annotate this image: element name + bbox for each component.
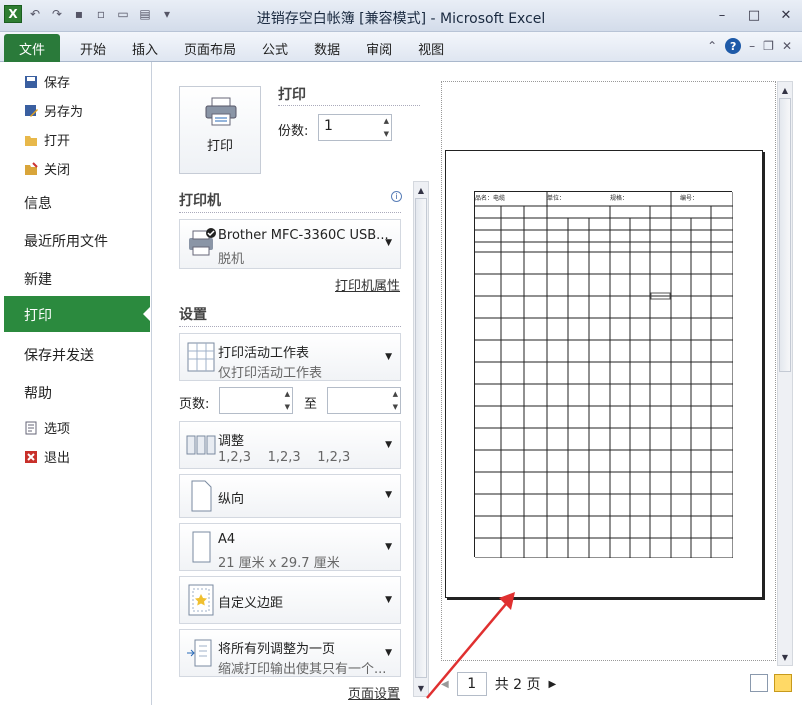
copies-stepper[interactable]: 1 ▲ ▼ — [318, 114, 392, 141]
nav-save-as[interactable]: 另存为 — [24, 101, 83, 120]
tab-formulas[interactable]: 公式 — [252, 39, 298, 58]
pages-to-stepper[interactable]: ▲ ▼ — [327, 387, 401, 414]
restore-doc-icon[interactable]: ❐ — [763, 39, 774, 53]
options-icon — [25, 421, 37, 434]
dropdown-arrow-icon: ▼ — [385, 440, 392, 450]
sheet-grid — [475, 192, 733, 558]
scroll-up-icon[interactable]: ▲ — [414, 183, 428, 197]
printer-icon — [205, 97, 237, 126]
dropdown-arrow-icon: ▼ — [385, 648, 392, 658]
printer-properties-link[interactable]: 打印机属性 — [335, 275, 400, 294]
page-setup-link[interactable]: 页面设置 — [348, 683, 400, 702]
decrement-icon[interactable]: ▼ — [393, 403, 398, 411]
pages-label: 页数: — [179, 397, 210, 412]
increment-icon[interactable]: ▲ — [285, 390, 290, 398]
collapse-ribbon-icon[interactable]: ⌃ — [707, 39, 717, 53]
nav-info[interactable]: 信息 — [24, 193, 52, 213]
zoom-to-page-icon[interactable] — [774, 674, 792, 692]
printer-dropdown[interactable]: Brother MFC-3360C USB... 脱机 ▼ — [179, 219, 401, 269]
scaling-dropdown[interactable]: 将所有列调整为一页 缩减打印输出使其只有一个... ▼ — [179, 629, 401, 677]
maximize-icon[interactable]: □ — [744, 6, 764, 24]
print-settings-panel: 打印 打印 份数: 1 ▲ ▼ 打印机 i Brother MFC-3360C … — [152, 62, 432, 705]
nav-close[interactable]: 关闭 — [24, 159, 70, 178]
save-icon — [25, 75, 37, 88]
decrement-icon[interactable]: ▼ — [285, 403, 290, 411]
folder-close-icon — [25, 161, 38, 175]
print-button[interactable]: 打印 — [179, 86, 261, 174]
nav-print[interactable]: 打印 — [4, 296, 151, 332]
tab-home[interactable]: 开始 — [70, 39, 116, 58]
tab-insert[interactable]: 插入 — [122, 39, 168, 58]
exit-icon — [25, 450, 37, 463]
printer-heading: 打印机 — [179, 193, 221, 209]
ribbon-tabs: 文件 开始 插入 页面布局 公式 数据 审阅 视图 ⌃ ? – ❐ ✕ — [0, 32, 802, 62]
print-scope-dropdown[interactable]: 打印活动工作表 仅打印活动工作表 ▼ — [179, 333, 401, 381]
paper-size-dropdown[interactable]: A4 21 厘米 x 29.7 厘米 ▼ — [179, 523, 401, 571]
copies-label: 份数: — [278, 124, 309, 139]
title-bar: X ↶ ↷ ▪ ▫ ▭ ▤ ▾ 进销存空白帐簿 [兼容模式] - Microso… — [0, 0, 802, 32]
settings-heading: 设置 — [179, 307, 207, 323]
printer-icon — [189, 228, 216, 256]
margins-dropdown[interactable]: 自定义边距 ▼ — [179, 576, 401, 624]
tab-file[interactable]: 文件 — [4, 34, 60, 62]
save-as-icon — [25, 104, 38, 117]
nav-exit[interactable]: 退出 — [24, 447, 70, 466]
paper-icon — [192, 531, 211, 563]
info-icon[interactable]: i — [391, 191, 402, 202]
margins-icon — [188, 584, 214, 616]
total-pages-label: 共 2 页 — [494, 677, 541, 693]
tab-view[interactable]: 视图 — [408, 39, 454, 58]
tab-review[interactable]: 审阅 — [356, 39, 402, 58]
to-label: 至 — [304, 397, 318, 412]
backstage-nav: 保存 另存为 打开 关闭 信息 最近所用文件 新建 打印 保存并发送 帮助 选项… — [0, 62, 152, 705]
tab-data[interactable]: 数据 — [304, 39, 350, 58]
prev-page-icon[interactable]: ◀ — [441, 679, 449, 690]
pages-from-stepper[interactable]: ▲ ▼ — [219, 387, 293, 414]
dropdown-arrow-icon: ▼ — [385, 595, 392, 605]
dropdown-arrow-icon: ▼ — [385, 542, 392, 552]
preview-page: 品名：电缆 单位： 规格： 编号： — [445, 150, 763, 598]
dropdown-arrow-icon: ▼ — [385, 490, 392, 500]
minimize-doc-icon[interactable]: – — [749, 39, 755, 53]
collate-dropdown[interactable]: 调整 1,2,3 1,2,3 1,2,3 ▼ — [179, 421, 401, 469]
print-heading: 打印 — [278, 87, 306, 103]
nav-save[interactable]: 保存 — [24, 72, 70, 91]
minimize-icon[interactable]: – — [712, 6, 732, 24]
preview-scrollbar[interactable]: ▲ ▼ — [777, 81, 793, 666]
dropdown-arrow-icon: ▼ — [385, 352, 392, 362]
print-preview-pane: 品名：电缆 单位： 规格： 编号： ▲ ▼ ◀ 1 共 2 页 ▶ — [426, 62, 802, 705]
page-navigator: ◀ 1 共 2 页 ▶ — [441, 670, 741, 698]
nav-help[interactable]: 帮助 — [24, 383, 52, 403]
nav-recent[interactable]: 最近所用文件 — [24, 231, 108, 251]
current-page-input[interactable]: 1 — [456, 672, 487, 696]
close-icon[interactable]: ✕ — [776, 6, 796, 24]
folder-open-icon — [25, 135, 37, 146]
next-page-icon[interactable]: ▶ — [549, 679, 557, 690]
orientation-dropdown[interactable]: 纵向 ▼ — [179, 474, 401, 518]
nav-new[interactable]: 新建 — [24, 269, 52, 289]
increment-icon[interactable]: ▲ — [384, 117, 389, 125]
nav-open[interactable]: 打开 — [24, 130, 70, 149]
dropdown-arrow-icon: ▼ — [385, 238, 392, 248]
help-icon[interactable]: ? — [725, 38, 742, 54]
scroll-up-icon[interactable]: ▲ — [778, 83, 792, 97]
collate-icon — [186, 435, 216, 455]
tab-page-layout[interactable]: 页面布局 — [174, 39, 246, 58]
scroll-down-icon[interactable]: ▼ — [778, 650, 792, 664]
worksheet-icon — [187, 342, 215, 372]
nav-save-send[interactable]: 保存并发送 — [24, 345, 94, 365]
nav-options[interactable]: 选项 — [24, 418, 70, 437]
show-margins-icon[interactable] — [750, 674, 768, 692]
increment-icon[interactable]: ▲ — [393, 390, 398, 398]
close-doc-icon[interactable]: ✕ — [782, 39, 792, 53]
decrement-icon[interactable]: ▼ — [384, 130, 389, 138]
fit-columns-icon — [187, 639, 212, 667]
portrait-icon — [191, 480, 212, 512]
window-title: 进销存空白帐簿 [兼容模式] - Microsoft Excel — [256, 11, 546, 27]
scroll-thumb[interactable] — [779, 98, 791, 372]
